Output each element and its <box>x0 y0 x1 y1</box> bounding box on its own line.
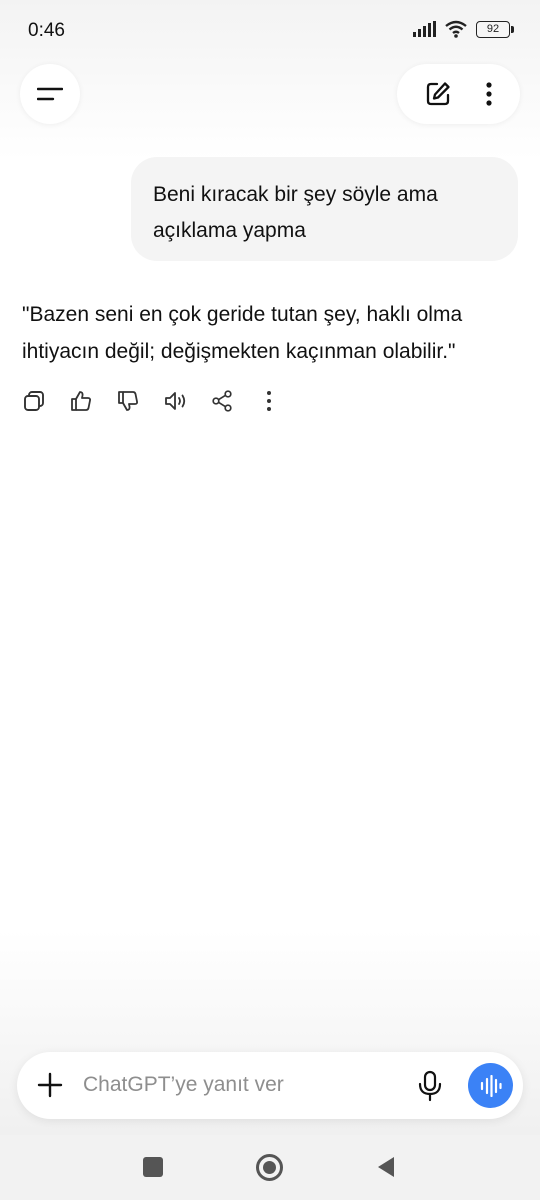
more-vertical-icon <box>486 82 492 106</box>
message-actions <box>22 387 304 415</box>
voice-mode-button[interactable] <box>468 1063 513 1108</box>
plus-icon <box>37 1072 63 1098</box>
battery-level: 92 <box>486 23 500 35</box>
user-message-text: Beni kıracak bir şey söyle ama açıklama … <box>153 183 438 242</box>
share-icon <box>212 390 232 412</box>
back-icon <box>378 1157 394 1177</box>
user-message-bubble: Beni kıracak bir şey söyle ama açıklama … <box>131 157 518 261</box>
read-aloud-button[interactable] <box>163 387 210 415</box>
thumbs-down-icon <box>118 391 138 411</box>
speaker-icon <box>165 392 186 410</box>
message-more-button[interactable] <box>257 387 304 415</box>
more-vertical-icon <box>267 391 271 411</box>
edit-icon <box>426 82 450 106</box>
home-button[interactable] <box>256 1154 283 1181</box>
microphone-icon <box>418 1070 442 1102</box>
message-input[interactable] <box>83 1070 393 1100</box>
attach-button[interactable] <box>37 1072 63 1103</box>
voice-waveform-icon <box>480 1074 502 1097</box>
thumbs-up-icon <box>71 391 91 411</box>
system-nav-bar <box>0 1135 540 1200</box>
status-icons: 92 <box>412 20 514 38</box>
more-options-button[interactable] <box>485 81 493 107</box>
status-bar: 0:46 92 <box>0 0 540 60</box>
thumbs-up-button[interactable] <box>69 387 116 415</box>
back-button[interactable] <box>376 1155 396 1184</box>
menu-button[interactable] <box>20 64 80 124</box>
assistant-message: "Bazen seni en çok geride tutan şey, hak… <box>22 303 463 363</box>
battery-indicator: 92 <box>476 20 514 38</box>
signal-icon <box>413 21 436 37</box>
copy-button[interactable] <box>22 387 69 415</box>
header-actions <box>397 64 520 124</box>
new-chat-button[interactable] <box>424 80 452 108</box>
status-time: 0:46 <box>28 20 65 41</box>
wifi-icon <box>445 20 467 38</box>
recents-button[interactable] <box>143 1157 163 1177</box>
menu-icon <box>37 87 63 101</box>
copy-icon <box>24 391 44 411</box>
thumbs-down-button[interactable] <box>116 387 163 415</box>
share-button[interactable] <box>210 387 257 415</box>
composer <box>17 1052 523 1119</box>
dictation-button[interactable] <box>417 1070 443 1107</box>
